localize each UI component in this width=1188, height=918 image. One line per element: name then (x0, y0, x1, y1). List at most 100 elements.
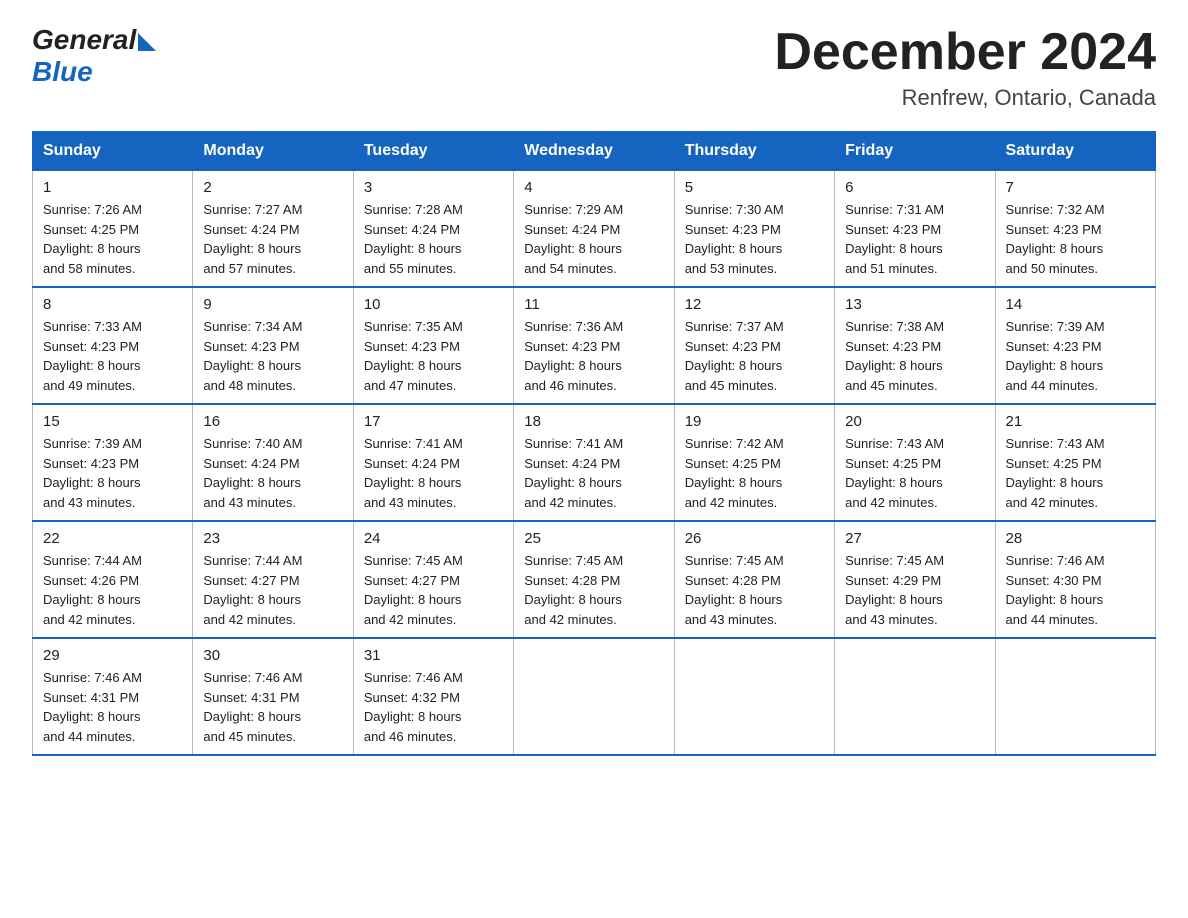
logo-arrow-icon (138, 33, 156, 51)
day-info: Sunrise: 7:45 AMSunset: 4:27 PMDaylight:… (364, 551, 503, 629)
col-friday: Friday (835, 132, 995, 171)
calendar-week-row: 22 Sunrise: 7:44 AMSunset: 4:26 PMDaylig… (33, 521, 1156, 638)
table-row: 11 Sunrise: 7:36 AMSunset: 4:23 PMDaylig… (514, 287, 674, 404)
table-row: 12 Sunrise: 7:37 AMSunset: 4:23 PMDaylig… (674, 287, 834, 404)
day-info: Sunrise: 7:41 AMSunset: 4:24 PMDaylight:… (364, 434, 503, 512)
day-info: Sunrise: 7:33 AMSunset: 4:23 PMDaylight:… (43, 317, 182, 395)
day-number: 8 (43, 296, 182, 313)
calendar-table: Sunday Monday Tuesday Wednesday Thursday… (32, 131, 1156, 756)
table-row: 24 Sunrise: 7:45 AMSunset: 4:27 PMDaylig… (353, 521, 513, 638)
day-info: Sunrise: 7:45 AMSunset: 4:28 PMDaylight:… (524, 551, 663, 629)
day-number: 18 (524, 413, 663, 430)
day-info: Sunrise: 7:46 AMSunset: 4:30 PMDaylight:… (1006, 551, 1145, 629)
day-number: 21 (1006, 413, 1145, 430)
day-number: 14 (1006, 296, 1145, 313)
logo: General Blue (32, 24, 156, 88)
col-saturday: Saturday (995, 132, 1155, 171)
day-number: 22 (43, 530, 182, 547)
day-number: 27 (845, 530, 984, 547)
day-number: 20 (845, 413, 984, 430)
day-info: Sunrise: 7:34 AMSunset: 4:23 PMDaylight:… (203, 317, 342, 395)
day-info: Sunrise: 7:43 AMSunset: 4:25 PMDaylight:… (845, 434, 984, 512)
day-info: Sunrise: 7:35 AMSunset: 4:23 PMDaylight:… (364, 317, 503, 395)
day-number: 1 (43, 179, 182, 196)
title-block: December 2024 Renfrew, Ontario, Canada (774, 24, 1156, 111)
day-info: Sunrise: 7:37 AMSunset: 4:23 PMDaylight:… (685, 317, 824, 395)
day-info: Sunrise: 7:32 AMSunset: 4:23 PMDaylight:… (1006, 200, 1145, 278)
day-info: Sunrise: 7:45 AMSunset: 4:29 PMDaylight:… (845, 551, 984, 629)
day-info: Sunrise: 7:28 AMSunset: 4:24 PMDaylight:… (364, 200, 503, 278)
table-row: 13 Sunrise: 7:38 AMSunset: 4:23 PMDaylig… (835, 287, 995, 404)
day-number: 30 (203, 647, 342, 664)
col-tuesday: Tuesday (353, 132, 513, 171)
table-row: 31 Sunrise: 7:46 AMSunset: 4:32 PMDaylig… (353, 638, 513, 755)
table-row: 19 Sunrise: 7:42 AMSunset: 4:25 PMDaylig… (674, 404, 834, 521)
table-row: 4 Sunrise: 7:29 AMSunset: 4:24 PMDayligh… (514, 171, 674, 288)
table-row: 21 Sunrise: 7:43 AMSunset: 4:25 PMDaylig… (995, 404, 1155, 521)
table-row: 15 Sunrise: 7:39 AMSunset: 4:23 PMDaylig… (33, 404, 193, 521)
table-row: 27 Sunrise: 7:45 AMSunset: 4:29 PMDaylig… (835, 521, 995, 638)
table-row: 22 Sunrise: 7:44 AMSunset: 4:26 PMDaylig… (33, 521, 193, 638)
col-sunday: Sunday (33, 132, 193, 171)
table-row: 9 Sunrise: 7:34 AMSunset: 4:23 PMDayligh… (193, 287, 353, 404)
page-header: General Blue December 2024 Renfrew, Onta… (32, 24, 1156, 111)
table-row: 1 Sunrise: 7:26 AMSunset: 4:25 PMDayligh… (33, 171, 193, 288)
day-number: 26 (685, 530, 824, 547)
table-row: 18 Sunrise: 7:41 AMSunset: 4:24 PMDaylig… (514, 404, 674, 521)
day-number: 24 (364, 530, 503, 547)
table-row: 20 Sunrise: 7:43 AMSunset: 4:25 PMDaylig… (835, 404, 995, 521)
day-number: 3 (364, 179, 503, 196)
table-row: 2 Sunrise: 7:27 AMSunset: 4:24 PMDayligh… (193, 171, 353, 288)
table-row: 5 Sunrise: 7:30 AMSunset: 4:23 PMDayligh… (674, 171, 834, 288)
day-number: 5 (685, 179, 824, 196)
day-info: Sunrise: 7:46 AMSunset: 4:31 PMDaylight:… (203, 668, 342, 746)
day-number: 29 (43, 647, 182, 664)
day-info: Sunrise: 7:39 AMSunset: 4:23 PMDaylight:… (43, 434, 182, 512)
calendar-week-row: 29 Sunrise: 7:46 AMSunset: 4:31 PMDaylig… (33, 638, 1156, 755)
day-number: 6 (845, 179, 984, 196)
day-info: Sunrise: 7:46 AMSunset: 4:31 PMDaylight:… (43, 668, 182, 746)
table-row: 28 Sunrise: 7:46 AMSunset: 4:30 PMDaylig… (995, 521, 1155, 638)
table-row (514, 638, 674, 755)
day-number: 19 (685, 413, 824, 430)
day-info: Sunrise: 7:27 AMSunset: 4:24 PMDaylight:… (203, 200, 342, 278)
day-info: Sunrise: 7:41 AMSunset: 4:24 PMDaylight:… (524, 434, 663, 512)
table-row: 29 Sunrise: 7:46 AMSunset: 4:31 PMDaylig… (33, 638, 193, 755)
day-info: Sunrise: 7:44 AMSunset: 4:27 PMDaylight:… (203, 551, 342, 629)
logo-blue-text: Blue (32, 56, 93, 88)
day-info: Sunrise: 7:31 AMSunset: 4:23 PMDaylight:… (845, 200, 984, 278)
table-row: 3 Sunrise: 7:28 AMSunset: 4:24 PMDayligh… (353, 171, 513, 288)
day-info: Sunrise: 7:45 AMSunset: 4:28 PMDaylight:… (685, 551, 824, 629)
day-info: Sunrise: 7:40 AMSunset: 4:24 PMDaylight:… (203, 434, 342, 512)
col-thursday: Thursday (674, 132, 834, 171)
table-row: 30 Sunrise: 7:46 AMSunset: 4:31 PMDaylig… (193, 638, 353, 755)
day-number: 10 (364, 296, 503, 313)
day-info: Sunrise: 7:39 AMSunset: 4:23 PMDaylight:… (1006, 317, 1145, 395)
day-number: 31 (364, 647, 503, 664)
day-info: Sunrise: 7:26 AMSunset: 4:25 PMDaylight:… (43, 200, 182, 278)
day-info: Sunrise: 7:36 AMSunset: 4:23 PMDaylight:… (524, 317, 663, 395)
day-number: 12 (685, 296, 824, 313)
calendar-week-row: 15 Sunrise: 7:39 AMSunset: 4:23 PMDaylig… (33, 404, 1156, 521)
month-title: December 2024 (774, 24, 1156, 81)
day-info: Sunrise: 7:46 AMSunset: 4:32 PMDaylight:… (364, 668, 503, 746)
table-row: 7 Sunrise: 7:32 AMSunset: 4:23 PMDayligh… (995, 171, 1155, 288)
day-number: 23 (203, 530, 342, 547)
day-number: 9 (203, 296, 342, 313)
calendar-week-row: 8 Sunrise: 7:33 AMSunset: 4:23 PMDayligh… (33, 287, 1156, 404)
day-number: 2 (203, 179, 342, 196)
table-row: 14 Sunrise: 7:39 AMSunset: 4:23 PMDaylig… (995, 287, 1155, 404)
col-wednesday: Wednesday (514, 132, 674, 171)
table-row: 16 Sunrise: 7:40 AMSunset: 4:24 PMDaylig… (193, 404, 353, 521)
day-number: 7 (1006, 179, 1145, 196)
calendar-header-row: Sunday Monday Tuesday Wednesday Thursday… (33, 132, 1156, 171)
day-info: Sunrise: 7:44 AMSunset: 4:26 PMDaylight:… (43, 551, 182, 629)
location-text: Renfrew, Ontario, Canada (774, 85, 1156, 111)
table-row: 17 Sunrise: 7:41 AMSunset: 4:24 PMDaylig… (353, 404, 513, 521)
day-number: 15 (43, 413, 182, 430)
day-info: Sunrise: 7:38 AMSunset: 4:23 PMDaylight:… (845, 317, 984, 395)
day-number: 17 (364, 413, 503, 430)
table-row: 8 Sunrise: 7:33 AMSunset: 4:23 PMDayligh… (33, 287, 193, 404)
table-row (995, 638, 1155, 755)
table-row: 6 Sunrise: 7:31 AMSunset: 4:23 PMDayligh… (835, 171, 995, 288)
